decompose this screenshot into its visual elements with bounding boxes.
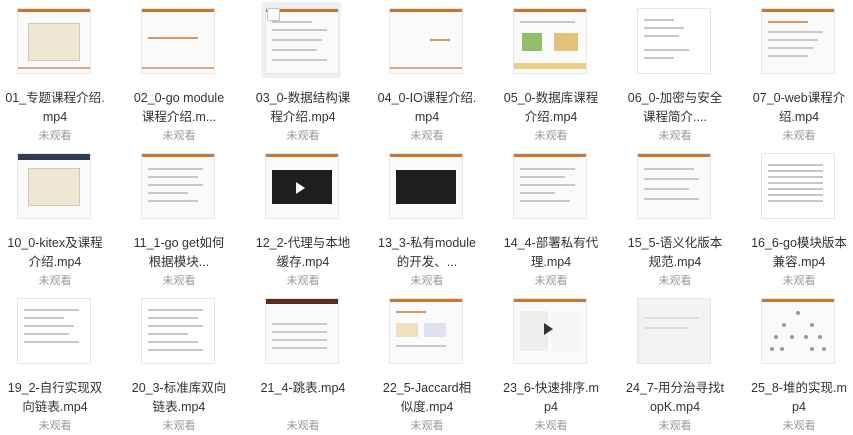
- video-thumbnail: [137, 292, 217, 368]
- video-grid: 01_专题课程介绍.mp4 未观看 02_0-go module课程介绍.m..…: [0, 0, 853, 435]
- video-thumbnail: [757, 147, 837, 223]
- video-thumbnail: [757, 2, 837, 78]
- video-thumbnail: [261, 2, 341, 78]
- video-thumbnail: [509, 292, 589, 368]
- video-status: 未观看: [162, 130, 196, 142]
- video-status: 未观看: [658, 130, 692, 142]
- video-thumbnail: [13, 2, 93, 78]
- video-tile[interactable]: 11_1-go get如何根据模块... 未观看: [129, 145, 239, 287]
- video-status: 未观看: [410, 420, 444, 432]
- video-title: 19_2-自行实现双向链表.mp4: [7, 381, 103, 414]
- video-title: 15_5-语义化版本规范.mp4: [627, 236, 723, 269]
- video-title: 14_4-部署私有代理.mp4: [503, 236, 599, 269]
- video-tile[interactable]: 04_0-IO课程介绍.mp4 未观看: [377, 0, 487, 142]
- video-status: 未观看: [410, 130, 444, 142]
- video-tile[interactable]: 22_5-Jaccard相似度.mp4 未观看: [377, 290, 487, 432]
- video-thumbnail: [261, 292, 341, 368]
- video-title: 05_0-数据库课程介绍.mp4: [503, 91, 599, 124]
- video-status: 未观看: [534, 130, 568, 142]
- video-status: 未观看: [410, 275, 444, 287]
- video-title: 06_0-加密与安全课程简介....: [627, 91, 723, 124]
- select-checkbox[interactable]: [267, 8, 280, 21]
- video-status: 未观看: [162, 275, 196, 287]
- video-title: 20_3-标准库双向链表.mp4: [131, 381, 227, 414]
- video-tile[interactable]: 19_2-自行实现双向链表.mp4 未观看: [5, 290, 115, 432]
- video-title: 25_8-堆的实现.mp4: [751, 381, 847, 414]
- video-tile[interactable]: 16_6-go模块版本兼容.mp4 未观看: [749, 145, 853, 287]
- video-thumbnail: [385, 147, 465, 223]
- video-tile[interactable]: 25_8-堆的实现.mp4 未观看: [749, 290, 853, 432]
- video-tile[interactable]: 21_4-跳表.mp4 未观看: [253, 290, 363, 432]
- video-tile[interactable]: 15_5-语义化版本规范.mp4 未观看: [625, 145, 735, 287]
- video-tile[interactable]: 01_专题课程介绍.mp4 未观看: [5, 0, 115, 142]
- video-status: 未观看: [782, 130, 816, 142]
- video-title: 03_0-数据结构课程介绍.mp4: [255, 91, 351, 124]
- video-title: 07_0-web课程介绍.mp4: [752, 91, 846, 124]
- play-icon: [296, 182, 305, 194]
- video-status: 未观看: [286, 275, 320, 287]
- video-thumbnail: [633, 2, 713, 78]
- video-thumbnail: [137, 2, 217, 78]
- video-thumbnail: [385, 2, 465, 78]
- video-tile[interactable]: 10_0-kitex及课程介绍.mp4 未观看: [5, 145, 115, 287]
- video-tile[interactable]: 03_0-数据结构课程介绍.mp4 未观看: [253, 0, 363, 142]
- video-title: 22_5-Jaccard相似度.mp4: [382, 381, 472, 414]
- video-status: 未观看: [162, 420, 196, 432]
- video-thumbnail: [385, 292, 465, 368]
- video-status: 未观看: [534, 420, 568, 432]
- video-title: 16_6-go模块版本兼容.mp4: [751, 236, 847, 269]
- video-tile[interactable]: 02_0-go module课程介绍.m... 未观看: [129, 0, 239, 142]
- video-thumbnail: [13, 147, 93, 223]
- video-title: 11_1-go get如何根据模块...: [133, 236, 225, 269]
- video-title: 24_7-用分治寻找topK.mp4: [626, 381, 724, 414]
- video-status: 未观看: [782, 420, 816, 432]
- video-status: 未观看: [658, 420, 692, 432]
- video-status: 未观看: [38, 130, 72, 142]
- video-thumbnail: [633, 292, 713, 368]
- video-status: 未观看: [286, 130, 320, 142]
- video-title: 12_2-代理与本地缓存.mp4: [255, 236, 351, 269]
- video-title: 10_0-kitex及课程介绍.mp4: [7, 236, 103, 269]
- video-thumbnail: [261, 147, 341, 223]
- video-tile[interactable]: 05_0-数据库课程介绍.mp4 未观看: [501, 0, 611, 142]
- video-thumbnail: [13, 292, 93, 368]
- video-thumbnail: [509, 2, 589, 78]
- video-thumbnail: [509, 147, 589, 223]
- video-thumbnail: [757, 292, 837, 368]
- video-thumbnail: [633, 147, 713, 223]
- video-tile[interactable]: 06_0-加密与安全课程简介.... 未观看: [625, 0, 735, 142]
- video-tile[interactable]: 24_7-用分治寻找topK.mp4 未观看: [625, 290, 735, 432]
- video-title: 13_3-私有module的开发、...: [378, 236, 476, 269]
- play-icon: [544, 323, 553, 335]
- video-tile[interactable]: 20_3-标准库双向链表.mp4 未观看: [129, 290, 239, 432]
- video-title: 23_6-快速排序.mp4: [503, 381, 599, 414]
- video-status: 未观看: [286, 420, 320, 432]
- video-status: 未观看: [38, 275, 72, 287]
- video-tile[interactable]: 23_6-快速排序.mp4 未观看: [501, 290, 611, 432]
- video-status: 未观看: [658, 275, 692, 287]
- video-title: 21_4-跳表.mp4: [260, 381, 346, 395]
- video-tile[interactable]: 14_4-部署私有代理.mp4 未观看: [501, 145, 611, 287]
- video-tile[interactable]: 13_3-私有module的开发、... 未观看: [377, 145, 487, 287]
- video-tile[interactable]: 12_2-代理与本地缓存.mp4 未观看: [253, 145, 363, 287]
- video-thumbnail: [137, 147, 217, 223]
- video-title: 01_专题课程介绍.mp4: [5, 91, 105, 124]
- video-status: 未观看: [38, 420, 72, 432]
- video-status: 未观看: [782, 275, 816, 287]
- video-title: 04_0-IO课程介绍.mp4: [377, 91, 477, 124]
- video-tile[interactable]: 07_0-web课程介绍.mp4 未观看: [749, 0, 853, 142]
- video-title: 02_0-go module课程介绍.m...: [133, 91, 225, 124]
- video-status: 未观看: [534, 275, 568, 287]
